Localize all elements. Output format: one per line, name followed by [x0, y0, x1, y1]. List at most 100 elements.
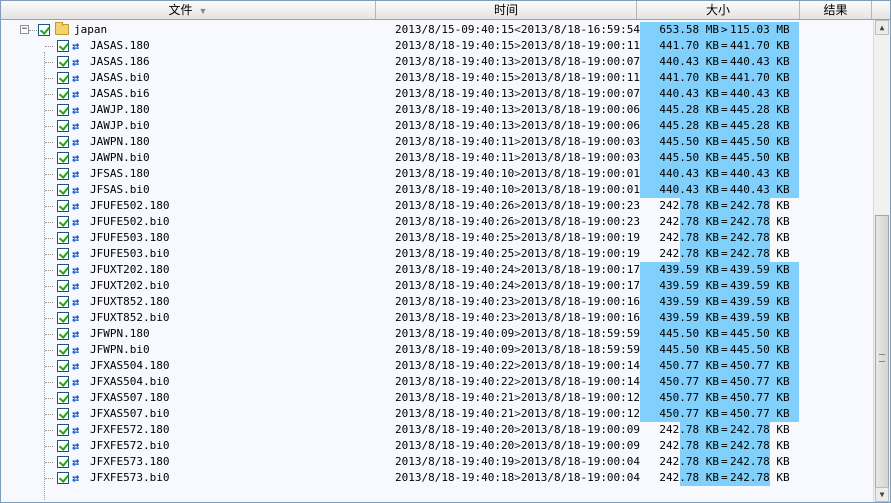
checkbox-checked[interactable]: [57, 152, 69, 164]
tree-connector: [45, 222, 53, 223]
file-row[interactable]: ⇄ JFSAS.bi0 2013/8/18-19:40:10>2013/8/18-1…: [1, 182, 873, 198]
file-row[interactable]: ⇄ JAWPN.180 2013/8/18-19:40:11>2013/8/18-1…: [1, 134, 873, 150]
file-row[interactable]: ⇄ JASAS.186 2013/8/18-19:40:13>2013/8/18-1…: [1, 54, 873, 70]
file-row[interactable]: ⇄ JAWPN.bi0 2013/8/18-19:40:11>2013/8/18-1…: [1, 150, 873, 166]
checkbox-checked[interactable]: [57, 72, 69, 84]
time-right: 2013/8/18-19:00:11: [520, 39, 641, 52]
checkbox-checked[interactable]: [57, 264, 69, 276]
file-row[interactable]: ⇄ JFXFE572.180 2013/8/18-19:40:20>2013/8/1…: [1, 422, 873, 438]
time-cell: 2013/8/18-19:40:23>2013/8/18-19:00:16: [395, 310, 640, 326]
file-compare-icon: ⇄: [72, 135, 80, 149]
time-compare-arrow: >: [514, 407, 521, 420]
time-left: 2013/8/18-19:40:22: [395, 375, 515, 388]
file-row[interactable]: ⇄ JFWPN.180 2013/8/18-19:40:09>2013/8/18-1…: [1, 326, 873, 342]
tree-connector: [45, 270, 53, 271]
file-row[interactable]: ⇄ JFUFE502.bi0 2013/8/18-19:40:26>2013/8/1…: [1, 214, 873, 230]
file-row[interactable]: ⇄ JFXFE573.bi0 2013/8/18-19:40:18>2013/8/1…: [1, 470, 873, 486]
file-name: JFXAS507.180: [90, 391, 170, 404]
checkbox-checked[interactable]: [57, 312, 69, 324]
file-row[interactable]: ⇄ JFUFE503.bi0 2013/8/18-19:40:25>2013/8/1…: [1, 246, 873, 262]
file-row[interactable]: ⇄ JFXAS507.bi0 2013/8/18-19:40:21>2013/8/1…: [1, 406, 873, 422]
scroll-down-icon[interactable]: ▼: [875, 487, 889, 502]
checkbox-checked[interactable]: [57, 136, 69, 148]
size-left: 445.28 KB: [659, 103, 719, 116]
checkbox-checked[interactable]: [57, 104, 69, 116]
vertical-scrollbar[interactable]: ▲ ▼: [873, 20, 890, 502]
file-row[interactable]: ⇄ JASAS.bi6 2013/8/18-19:40:13>2013/8/18-1…: [1, 86, 873, 102]
file-row[interactable]: ⇄ JFXAS504.180 2013/8/18-19:40:22>2013/8/1…: [1, 358, 873, 374]
checkbox-checked[interactable]: [57, 184, 69, 196]
checkbox-checked[interactable]: [57, 56, 69, 68]
scroll-up-icon[interactable]: ▲: [875, 20, 889, 35]
checkbox-checked[interactable]: [57, 424, 69, 436]
size-left: 441.70 KB: [659, 39, 719, 52]
time-cell: 2013/8/18-19:40:25>2013/8/18-19:00:19: [395, 246, 640, 262]
file-row[interactable]: ⇄ JFUXT852.180 2013/8/18-19:40:23>2013/8/1…: [1, 294, 873, 310]
size-left: 242.78 KB: [659, 247, 719, 260]
tree-connector: [45, 350, 53, 351]
time-cell: 2013/8/18-19:40:18>2013/8/18-19:00:04: [395, 470, 640, 486]
checkbox-checked[interactable]: [38, 24, 50, 36]
checkbox-checked[interactable]: [57, 456, 69, 468]
file-row[interactable]: ⇄ JFXFE573.180 2013/8/18-19:40:19>2013/8/1…: [1, 454, 873, 470]
file-row[interactable]: ⇄ JFXFE572.bi0 2013/8/18-19:40:20>2013/8/1…: [1, 438, 873, 454]
file-compare-icon: ⇄: [72, 263, 80, 277]
checkbox-checked[interactable]: [57, 168, 69, 180]
time-left: 2013/8/18-19:40:19: [395, 455, 515, 468]
col-header-time[interactable]: 时间: [376, 1, 637, 19]
size-equal-sign: =: [721, 247, 728, 260]
checkbox-checked[interactable]: [57, 200, 69, 212]
checkbox-checked[interactable]: [57, 408, 69, 420]
checkbox-checked[interactable]: [57, 344, 69, 356]
size-left: 450.77 KB: [659, 359, 719, 372]
file-row[interactable]: ⇄ JFUXT202.bi0 2013/8/18-19:40:24>2013/8/1…: [1, 278, 873, 294]
checkbox-checked[interactable]: [57, 280, 69, 292]
file-row[interactable]: ⇄ JAWJP.bi0 2013/8/18-19:40:13>2013/8/18-1…: [1, 118, 873, 134]
file-row[interactable]: ⇄ JASAS.bi0 2013/8/18-19:40:15>2013/8/18-1…: [1, 70, 873, 86]
col-header-file[interactable]: 文件 ▼: [1, 1, 376, 19]
time-cell: 2013/8/18-19:40:26>2013/8/18-19:00:23: [395, 214, 640, 230]
tree-connector: [45, 174, 53, 175]
checkbox-checked[interactable]: [57, 472, 69, 484]
file-compare-icon: ⇄: [72, 343, 80, 357]
checkbox-checked[interactable]: [57, 440, 69, 452]
collapse-icon[interactable]: −: [20, 25, 29, 34]
file-row[interactable]: ⇄ JAWJP.180 2013/8/18-19:40:13>2013/8/18-1…: [1, 102, 873, 118]
file-row[interactable]: ⇄ JFXAS504.bi0 2013/8/18-19:40:22>2013/8/1…: [1, 374, 873, 390]
file-row[interactable]: ⇄ JFWPN.bi0 2013/8/18-19:40:09>2013/8/18-1…: [1, 342, 873, 358]
checkbox-checked[interactable]: [57, 328, 69, 340]
col-size-label: 大小: [705, 3, 730, 17]
size-right: 242.78 KB: [730, 199, 790, 212]
file-row[interactable]: ⇄ JASAS.180 2013/8/18-19:40:15>2013/8/18-1…: [1, 38, 873, 54]
file-compare-icon: ⇄: [72, 247, 80, 261]
col-header-size[interactable]: 大小: [637, 1, 800, 19]
checkbox-checked[interactable]: [57, 360, 69, 372]
time-compare-arrow: >: [514, 279, 521, 292]
scroll-thumb[interactable]: [875, 215, 889, 499]
checkbox-checked[interactable]: [57, 392, 69, 404]
checkbox-checked[interactable]: [57, 248, 69, 260]
folder-row[interactable]: − japan 2013/8/15-09:40:15<2013/8/18-16:…: [1, 22, 873, 38]
checkbox-checked[interactable]: [57, 88, 69, 100]
file-compare-icon: ⇄: [72, 439, 80, 453]
file-row[interactable]: ⇄ JFXAS507.180 2013/8/18-19:40:21>2013/8/1…: [1, 390, 873, 406]
size-right: 445.50 KB: [730, 327, 790, 340]
file-row[interactable]: ⇄ JFUFE503.180 2013/8/18-19:40:25>2013/8/1…: [1, 230, 873, 246]
file-row[interactable]: ⇄ JFSAS.180 2013/8/18-19:40:10>2013/8/18-1…: [1, 166, 873, 182]
file-row[interactable]: ⇄ JFUXT202.180 2013/8/18-19:40:24>2013/8/1…: [1, 262, 873, 278]
checkbox-checked[interactable]: [57, 296, 69, 308]
checkbox-checked[interactable]: [57, 40, 69, 52]
size-left: 440.43 KB: [659, 167, 719, 180]
size-right: 242.78 KB: [730, 471, 790, 484]
col-header-result[interactable]: 结果: [800, 1, 872, 19]
tree-connector: [45, 190, 53, 191]
file-row[interactable]: ⇄ JFUXT852.bi0 2013/8/18-19:40:23>2013/8/1…: [1, 310, 873, 326]
checkbox-checked[interactable]: [57, 120, 69, 132]
file-row[interactable]: ⇄ JFUFE502.180 2013/8/18-19:40:26>2013/8/1…: [1, 198, 873, 214]
checkbox-checked[interactable]: [57, 216, 69, 228]
checkbox-checked[interactable]: [57, 232, 69, 244]
size-left: 242.78 KB: [659, 215, 719, 228]
file-name: JFXAS504.bi0: [90, 375, 170, 388]
checkbox-checked[interactable]: [57, 376, 69, 388]
time-compare-arrow: >: [514, 39, 521, 52]
